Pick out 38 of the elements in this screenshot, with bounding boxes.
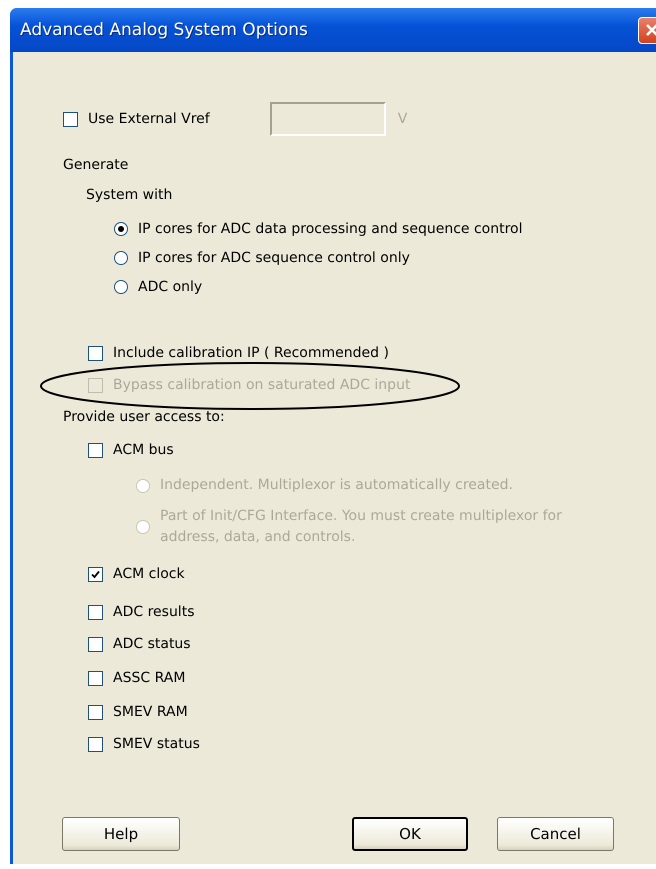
radio-label: Part of Init/CFG Interface. You must create multiplexor for address, data, and controls. — [160, 507, 563, 547]
checkbox-label: ASSC RAM — [113, 670, 186, 686]
unit-label: V — [398, 111, 408, 127]
dialog-button[interactable]: Cancel — [497, 817, 614, 851]
radio-label: IP cores for ADC data processing and sequence control — [138, 221, 522, 237]
radio-label: ADC only — [138, 279, 202, 295]
checkbox-label: ACM clock — [113, 566, 185, 582]
checkbox[interactable] — [88, 636, 103, 652]
checkbox[interactable] — [88, 442, 103, 458]
radio-label: Independent. Multiplexor is automatically created. — [160, 476, 514, 495]
radio-button[interactable] — [114, 222, 128, 236]
checkbox-label: Bypass calibration on saturated ADC input — [113, 377, 410, 393]
checkbox-label: ADC status — [113, 636, 191, 652]
checkbox-label: SMEV status — [113, 736, 200, 752]
radio-button[interactable] — [114, 251, 128, 265]
close-icon — [644, 22, 656, 38]
checkbox-label: ADC results — [113, 604, 194, 620]
checkbox-label: ACM bus — [113, 442, 174, 458]
checkbox[interactable] — [88, 736, 103, 752]
checkbox[interactable] — [63, 112, 78, 126]
section-label: Provide user access to: — [63, 409, 226, 425]
checkbox-label: Include calibration IP ( Recommended ) — [113, 345, 389, 361]
dialog-button[interactable]: OK — [352, 817, 468, 851]
dialog-button[interactable]: Help — [62, 817, 180, 851]
radio-label: IP cores for ADC sequence control only — [138, 250, 410, 266]
section-label: System with — [86, 187, 174, 203]
radio-button[interactable] — [114, 280, 128, 294]
vref-input-field[interactable] — [270, 102, 386, 136]
checkbox[interactable] — [88, 604, 103, 620]
checkbox-label: SMEV RAM — [113, 704, 188, 720]
checkbox-label: Use External Vref — [88, 111, 210, 127]
checkbox[interactable] — [88, 670, 103, 686]
check-icon — [91, 570, 100, 578]
window-title: Advanced Analog System Options — [20, 20, 308, 40]
section-label: Generate — [63, 157, 130, 173]
checkbox[interactable] — [88, 704, 103, 720]
checkbox[interactable] — [88, 346, 103, 360]
checkbox[interactable] — [88, 566, 103, 582]
